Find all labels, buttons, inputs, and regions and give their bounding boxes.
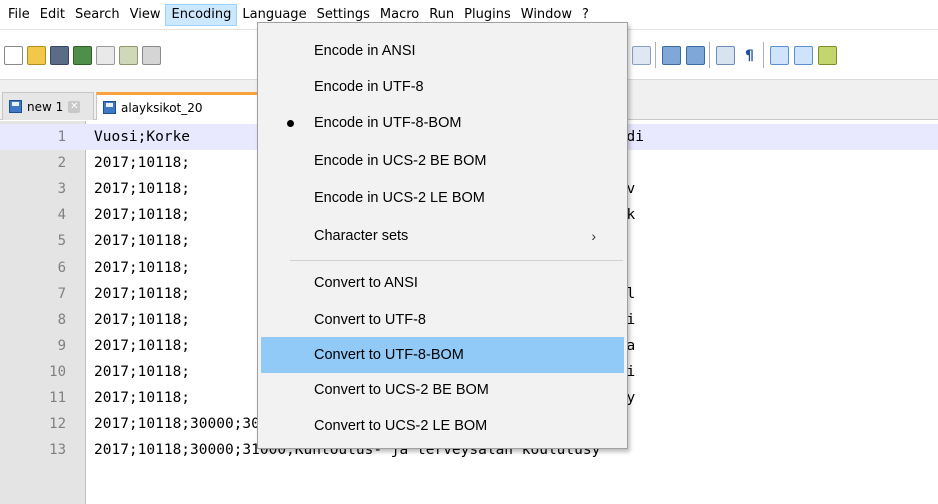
- line-number: 11: [49, 390, 66, 406]
- line-number: 3: [57, 181, 66, 198]
- line-number: 13: [49, 442, 66, 459]
- save-all-icon[interactable]: [73, 46, 92, 65]
- sync-vertical-icon[interactable]: [662, 46, 681, 65]
- file-saved-icon: [9, 100, 22, 113]
- line-number: 12: [49, 416, 66, 433]
- menu-file[interactable]: File: [3, 4, 35, 26]
- menu-encoding[interactable]: Encoding: [165, 3, 238, 26]
- encoding-menu: Encode in ANSI Encode in UTF-8 Encode in…: [257, 22, 628, 449]
- submenu-arrow-icon: ›: [591, 228, 596, 244]
- menu-separator: [290, 260, 623, 261]
- close-all-icon[interactable]: [119, 46, 138, 65]
- new-file-icon[interactable]: [4, 46, 23, 65]
- toolbar-separator: [709, 42, 710, 68]
- line-number: 10: [49, 363, 66, 380]
- sync-horizontal-icon[interactable]: [686, 46, 705, 65]
- menu-item-encode-ansi[interactable]: Encode in ANSI: [261, 33, 624, 69]
- radio-check-icon: [287, 120, 294, 127]
- close-tab-icon[interactable]: ✕: [68, 100, 81, 113]
- menu-view[interactable]: View: [125, 4, 166, 26]
- tab-alayksikot[interactable]: alayksikot_20: [96, 92, 266, 120]
- menu-item-character-sets[interactable]: Character sets ›: [261, 218, 624, 254]
- menu-item-encode-ucs2-be-bom[interactable]: Encode in UCS-2 BE BOM: [261, 143, 624, 179]
- menu-item-encode-utf8-bom[interactable]: Encode in UTF-8-BOM: [261, 105, 624, 141]
- menu-search[interactable]: Search: [70, 4, 125, 26]
- file-saved-icon: [103, 101, 116, 114]
- menu-item-convert-ansi[interactable]: Convert to ANSI: [261, 265, 624, 301]
- menu-item-convert-utf8[interactable]: Convert to UTF-8: [261, 302, 624, 338]
- line-number: 1: [57, 129, 66, 145]
- tab-label: new 1: [27, 99, 64, 114]
- menu-item-encode-ucs2-le-bom[interactable]: Encode in UCS-2 LE BOM: [261, 180, 624, 216]
- line-number: 9: [57, 337, 66, 354]
- menu-edit[interactable]: Edit: [35, 4, 70, 26]
- find-icon[interactable]: [632, 46, 651, 65]
- save-icon[interactable]: [50, 46, 69, 65]
- close-file-icon[interactable]: [96, 46, 115, 65]
- menu-item-convert-ucs2-be-bom[interactable]: Convert to UCS-2 BE BOM: [261, 372, 624, 408]
- line-number: 5: [57, 233, 66, 250]
- menu-item-convert-ucs2-le-bom[interactable]: Convert to UCS-2 LE BOM: [261, 408, 624, 444]
- line-number: 6: [57, 259, 66, 276]
- line-number: 2: [57, 155, 66, 172]
- line-number: 7: [57, 285, 66, 302]
- print-icon[interactable]: [142, 46, 161, 65]
- menu-item-convert-utf8-bom[interactable]: Convert to UTF-8-BOM: [261, 337, 624, 373]
- show-all-characters-icon[interactable]: ¶: [740, 46, 759, 65]
- document-map-icon[interactable]: [794, 46, 813, 65]
- open-file-icon[interactable]: [27, 46, 46, 65]
- menu-item-encode-utf8[interactable]: Encode in UTF-8: [261, 69, 624, 105]
- line-number: 4: [57, 207, 66, 224]
- tab-label: alayksikot_20: [121, 100, 203, 115]
- toolbar-separator: [763, 42, 764, 68]
- indent-guide-icon[interactable]: [770, 46, 789, 65]
- line-number: 8: [57, 311, 66, 328]
- word-wrap-icon[interactable]: [716, 46, 735, 65]
- tab-new-1[interactable]: new 1 ✕: [2, 92, 94, 120]
- function-list-icon[interactable]: [818, 46, 837, 65]
- toolbar-separator: [655, 42, 656, 68]
